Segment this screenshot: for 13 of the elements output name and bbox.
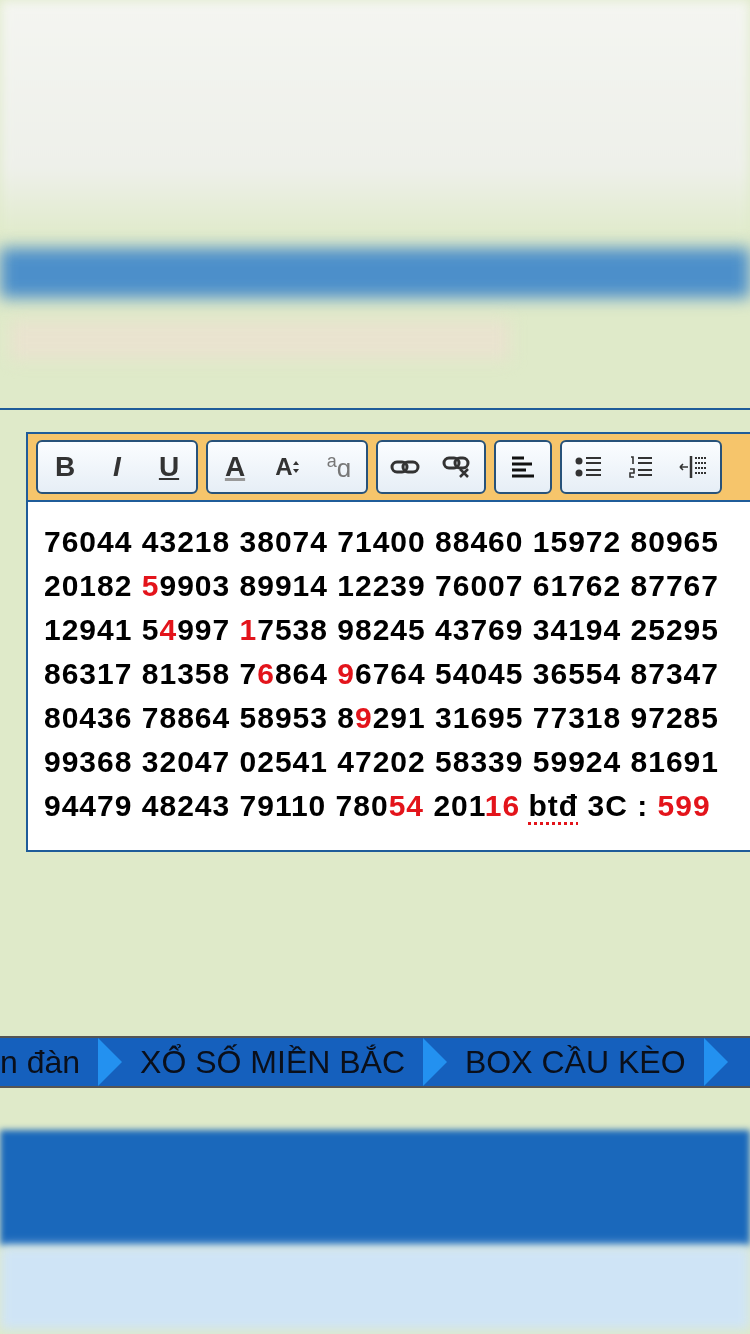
number-line: 20182 59903 89914 12239 76007 61762 87767 xyxy=(44,568,720,604)
number-line: 76044 43218 38074 71400 88460 15972 80965 xyxy=(44,524,720,560)
format-button[interactable]: $^{a}$ɑ xyxy=(316,442,362,492)
font-size-button[interactable]: A xyxy=(264,442,310,492)
number-line: 86317 81358 76864 96764 54045 36554 87347 xyxy=(44,656,720,692)
bold-button[interactable]: B xyxy=(42,442,88,492)
number-line: 80436 78864 58953 89291 31695 77318 97285 xyxy=(44,700,720,736)
number-line: 99368 32047 02541 47202 58339 59924 81691 xyxy=(44,744,720,780)
number-line: 94479 48243 79110 78054 20116 btđ 3C : 599 xyxy=(44,788,712,824)
underline-button[interactable]: U xyxy=(146,442,192,492)
italic-button[interactable]: I xyxy=(94,442,140,492)
number-line: 12941 54997 17538 98245 43769 34194 25295 xyxy=(44,612,720,648)
font-color-button[interactable]: A xyxy=(212,442,258,492)
